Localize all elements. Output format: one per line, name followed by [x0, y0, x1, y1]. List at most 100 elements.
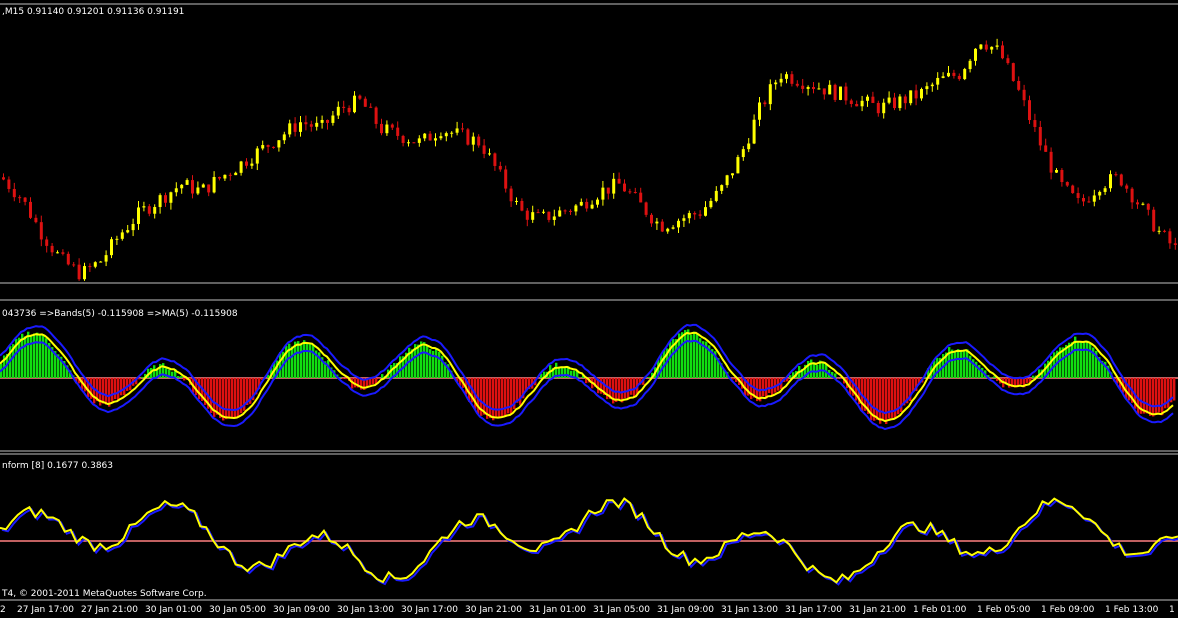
histogram-bar-negative: [510, 378, 513, 414]
bull-candle: [1157, 230, 1161, 232]
histogram-bar-positive: [327, 360, 330, 378]
bear-candle: [461, 128, 464, 130]
bull-candle: [142, 206, 146, 208]
mt4-chart-window[interactable]: ,M15 0.91140 0.91201 0.91136 0.91191 043…: [0, 0, 1178, 618]
bear-candle: [1028, 100, 1031, 121]
bull-candle: [515, 200, 518, 202]
bull-candle: [725, 175, 729, 186]
histogram-bar-positive: [969, 355, 972, 378]
histogram-bar-negative: [378, 378, 381, 379]
histogram-bar-negative: [732, 378, 735, 380]
time-axis-label: 30 Jan 13:00: [337, 605, 394, 615]
bear-candle: [61, 252, 65, 254]
histogram-bar-positive: [33, 333, 36, 378]
histogram-bar-positive: [966, 349, 969, 378]
bull-candle: [687, 213, 691, 219]
copyright-text: T4, © 2001-2011 MetaQuotes Software Corp…: [1, 589, 207, 599]
bull-candle: [288, 123, 292, 135]
time-axis: 2 27 Jan 17:00 27 Jan 21:00 30 Jan 01:00…: [0, 605, 1175, 615]
bull-candle: [212, 176, 216, 193]
time-axis-label: 31 Jan 01:00: [529, 605, 586, 615]
bear-candle: [18, 197, 22, 199]
histogram-series: [0, 329, 1176, 425]
bull-candle: [407, 142, 410, 144]
candlestick-series: [2, 38, 1177, 281]
histogram-bar-negative: [621, 378, 624, 403]
bear-candle: [191, 180, 194, 194]
bear-candle: [644, 202, 648, 215]
bear-candle: [1152, 209, 1156, 232]
bear-candle: [88, 266, 92, 268]
bear-candle: [1038, 126, 1042, 146]
bear-candle: [876, 102, 880, 114]
histogram-bar-negative: [126, 378, 129, 391]
bull-candle: [785, 74, 788, 79]
bull-candle: [574, 205, 578, 212]
bull-candle: [720, 185, 724, 191]
histogram-bar-positive: [417, 344, 420, 378]
time-axis-label: 31 Jan 17:00: [785, 605, 842, 615]
bear-candle: [326, 119, 329, 123]
bear-candle: [606, 187, 610, 194]
bear-candle: [1076, 193, 1080, 198]
bear-candle: [1173, 243, 1177, 245]
chart-canvas[interactable]: ,M15 0.91140 0.91201 0.91136 0.91191 043…: [0, 0, 1178, 618]
bull-candle: [558, 210, 562, 217]
histogram-bar-negative: [372, 378, 375, 385]
bull-candle: [1055, 169, 1058, 173]
bear-candle: [309, 124, 313, 127]
bear-candle: [23, 197, 27, 202]
histogram-bar-negative: [750, 378, 753, 400]
bull-candle: [104, 255, 108, 262]
histogram-bar-positive: [1071, 342, 1074, 378]
bear-candle: [12, 188, 16, 198]
bull-candle: [336, 106, 340, 116]
bull-candle: [758, 102, 761, 120]
histogram-bar-positive: [24, 336, 27, 378]
bear-candle: [844, 86, 848, 101]
histogram-bar-positive: [789, 375, 792, 378]
bear-candle: [903, 96, 907, 104]
bull-candle: [909, 90, 913, 104]
bear-candle: [466, 129, 470, 145]
bear-candle: [390, 124, 394, 128]
histogram-bar-positive: [1077, 341, 1080, 378]
bear-candle: [1049, 151, 1053, 173]
bull-candle: [282, 134, 286, 141]
bull-candle: [471, 136, 475, 145]
bear-candle: [39, 222, 43, 240]
bull-candle: [1141, 203, 1145, 205]
bear-candle: [164, 195, 167, 203]
bull-candle: [882, 102, 886, 114]
bull-candle: [110, 239, 113, 256]
bear-candle: [509, 188, 513, 202]
histogram-bar-negative: [1149, 378, 1152, 416]
bull-candle: [920, 89, 923, 99]
bull-candle: [439, 136, 443, 139]
histogram-bar-positive: [303, 340, 306, 378]
bear-candle: [849, 100, 853, 105]
histogram-bar-negative: [489, 378, 492, 419]
histogram-bar-positive: [42, 334, 45, 378]
histogram-bar-positive: [306, 342, 309, 378]
bear-candle: [833, 84, 837, 100]
bull-candle: [709, 200, 713, 208]
histogram-bar-negative: [216, 378, 219, 415]
bear-candle: [342, 106, 346, 108]
bull-candle: [747, 143, 751, 150]
histogram-bar-positive: [399, 356, 402, 378]
bull-candle: [671, 227, 675, 229]
bear-candle: [547, 211, 551, 220]
bull-candle: [741, 149, 745, 158]
time-axis-label: 30 Jan 21:00: [465, 605, 522, 615]
bull-candle: [936, 77, 940, 85]
bear-candle: [347, 107, 351, 113]
bull-candle: [234, 172, 238, 176]
bear-candle: [34, 217, 38, 223]
bull-candle: [153, 207, 157, 214]
histogram-bar-negative: [222, 378, 225, 421]
bear-candle: [363, 98, 367, 107]
bear-candle: [1114, 174, 1118, 176]
bull-candle: [93, 262, 97, 267]
histogram-bar-positive: [684, 330, 687, 378]
